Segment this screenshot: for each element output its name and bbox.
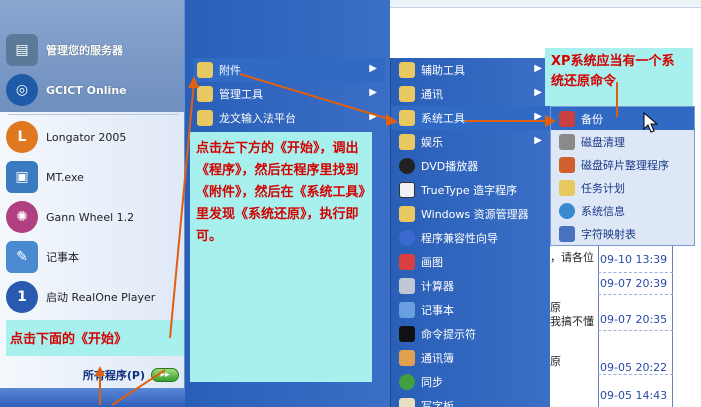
annotation-note-right: XP系统应当有一个系统还原命令 (545, 48, 693, 106)
menu-item-notepad[interactable]: 记事本 (391, 298, 550, 322)
divider (598, 246, 599, 407)
menu-item-scheduled-tasks[interactable]: 任务计划 (551, 176, 694, 199)
list-item: 我搞不懂 09-07 20:35 (550, 313, 668, 328)
pinned-item-gcict[interactable]: ◎ GCICT Online (6, 70, 181, 110)
start-menu-bottom-bar (0, 388, 185, 407)
menu-item-address-book[interactable]: 通讯簿 (391, 346, 550, 370)
divider (598, 330, 673, 331)
menu-item-entertainment[interactable]: 娱乐 ▶ (391, 130, 550, 154)
menu-item-cmd[interactable]: 命令提示符 (391, 322, 550, 346)
background-post-list: ，请各位 09-10 13:39 09-07 20:39 原 我搞不懂 09-07… (550, 246, 701, 407)
notepad-icon (399, 302, 415, 318)
font-icon (399, 182, 415, 198)
folder-icon (399, 62, 415, 78)
app-icon: ▣ (6, 161, 38, 193)
chevron-right-icon: ▶ (369, 87, 377, 98)
menu-item-sync[interactable]: 同步 (391, 370, 550, 394)
folder-icon (197, 86, 213, 102)
menu-item-backup[interactable]: 备份 (551, 107, 694, 130)
recent-item-longator[interactable]: L Longator 2005 (6, 117, 181, 157)
menu-item-truetype-editor[interactable]: TrueType 造字程序 (391, 178, 550, 202)
recent-item-gannwheel[interactable]: ✺ Gann Wheel 1.2 (6, 197, 181, 237)
arrow-right-icon: ▸▸ (151, 368, 179, 382)
menu-item-accessibility[interactable]: 辅助工具 ▶ (391, 58, 550, 82)
list-item: 09-07 20:39 (600, 277, 668, 290)
chevron-right-icon: ▶ (534, 135, 542, 146)
paint-icon (399, 254, 415, 270)
list-item (550, 332, 701, 352)
all-programs-button[interactable]: 所有程序(P) ▸▸ (47, 364, 185, 386)
menu-item-dvd-player[interactable]: DVD播放器 (391, 154, 550, 178)
recent-item-realone[interactable]: 1 启动 RealOne Player (6, 277, 181, 317)
addressbook-icon (399, 350, 415, 366)
cmd-icon (399, 326, 415, 342)
menu-item-paint[interactable]: 画图 (391, 250, 550, 274)
help-icon (399, 230, 415, 246)
divider (598, 294, 673, 295)
menu-item-system-info[interactable]: 系统信息 (551, 199, 694, 222)
folder-icon (197, 62, 213, 78)
pinned-item-server[interactable]: ▤ 管理您的服务器 (6, 30, 181, 70)
folder-icon (399, 134, 415, 150)
sync-icon (399, 374, 415, 390)
notepad-icon: ✎ (6, 241, 38, 273)
charmap-icon (559, 226, 575, 242)
divider (672, 246, 673, 407)
menu-item-longwen-ime[interactable]: 龙文输入法平台 ▶ (193, 106, 385, 130)
annotation-note-left: 点击下面的《开始》 (6, 320, 184, 356)
dvd-icon (399, 158, 415, 174)
menu-item-disk-cleanup[interactable]: 磁盘清理 (551, 130, 694, 153)
sysinfo-icon (559, 203, 575, 219)
menu-item-compat-wizard[interactable]: 程序兼容性向导 (391, 226, 550, 250)
chevron-right-icon: ▶ (369, 63, 377, 74)
system-tools-menu: 备份 磁盘清理 磁盘碎片整理程序 任务计划 系统信息 字符映射表 (550, 106, 695, 246)
menu-item-calculator[interactable]: 计算器 (391, 274, 550, 298)
explorer-icon (399, 206, 415, 222)
diskclean-icon (559, 134, 575, 150)
calculator-icon (399, 278, 415, 294)
menu-item-admin-tools[interactable]: 管理工具 ▶ (193, 82, 385, 106)
wordpad-icon (399, 398, 415, 407)
menu-item-explorer[interactable]: Windows 资源管理器 (391, 202, 550, 226)
separator (8, 114, 178, 115)
folder-icon (399, 86, 415, 102)
divider (598, 374, 673, 375)
tasks-icon (559, 180, 575, 196)
defrag-icon (559, 157, 575, 173)
chevron-right-icon: ▶ (534, 63, 542, 74)
menu-item-system-tools[interactable]: 系统工具 ▶ (391, 106, 550, 130)
recent-item-mtexe[interactable]: ▣ MT.exe (6, 157, 181, 197)
accessories-menu: 辅助工具 ▶ 通讯 ▶ 系统工具 ▶ 娱乐 ▶ DVD播放器 TrueType … (390, 58, 550, 407)
chevron-right-icon: ▶ (534, 111, 542, 122)
menu-item-wordpad[interactable]: 写字板 (391, 394, 550, 407)
divider (598, 272, 673, 273)
chevron-right-icon: ▶ (534, 87, 542, 98)
menu-item-communications[interactable]: 通讯 ▶ (391, 82, 550, 106)
recent-item-notepad[interactable]: ✎ 记事本 (6, 237, 181, 277)
list-item: 09-05 14:43 (600, 389, 668, 402)
list-item: 09-10 13:39 (600, 253, 668, 266)
folder-icon (399, 110, 415, 126)
realone-icon: 1 (6, 281, 38, 313)
mouse-cursor-icon (643, 112, 659, 133)
chevron-right-icon: ▶ (369, 111, 377, 122)
globe-icon: ◎ (6, 74, 38, 106)
menu-item-accessories[interactable]: 附件 ▶ (193, 58, 385, 82)
menu-item-defrag[interactable]: 磁盘碎片整理程序 (551, 153, 694, 176)
backup-icon (559, 111, 575, 127)
list-item: 09-05 20:22 (600, 361, 668, 374)
longator-icon: L (6, 121, 38, 153)
server-icon: ▤ (6, 34, 38, 66)
annotation-note-middle: 点击左下方的《开始》，调出《程序》，然后在程序里找到《附件》，然后在《系统工具》… (190, 132, 372, 382)
menu-item-charmap[interactable]: 字符映射表 (551, 222, 694, 245)
wheel-icon: ✺ (6, 201, 38, 233)
folder-icon (197, 110, 213, 126)
